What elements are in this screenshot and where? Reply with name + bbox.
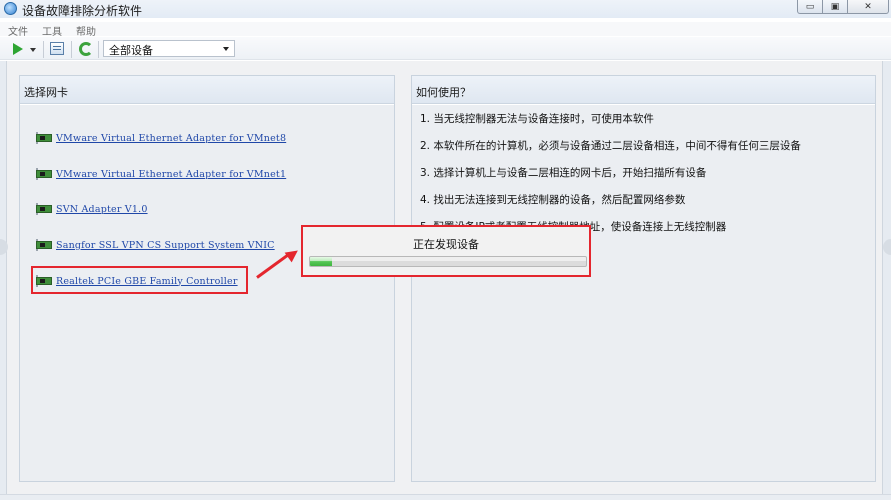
toolbar-separator (71, 41, 72, 58)
device-filter-select[interactable]: 全部设备 (103, 40, 235, 57)
minimize-button[interactable]: ▭ (797, 0, 823, 14)
progress-dialog: 正在发现设备 (301, 225, 591, 277)
progress-shine (310, 257, 586, 261)
help-panel-header: 如何使用？ (412, 76, 875, 104)
progress-bar (309, 256, 587, 267)
chevron-down-icon (223, 47, 229, 51)
chevron-down-icon[interactable] (30, 48, 36, 52)
network-card-icon (36, 203, 54, 215)
adapter-link[interactable]: VMware Virtual Ethernet Adapter for VMne… (56, 133, 286, 144)
adapter-link[interactable]: Sangfor SSL VPN CS Support System VNIC (56, 240, 275, 251)
window-bottom-edge (0, 494, 891, 500)
toolbar-separator (43, 41, 44, 58)
network-card-icon (36, 132, 54, 144)
window-frame-right (882, 61, 891, 500)
help-step: 2. 本软件所在的计算机，必须与设备通过二层设备相连，中间不得有任何三层设备 (420, 140, 801, 152)
title-bar: 设备故障排除分析软件 (0, 0, 891, 18)
refresh-icon[interactable] (79, 42, 93, 56)
maximize-icon: ▣ (830, 1, 840, 12)
progress-message: 正在发现设备 (413, 238, 479, 251)
adapter-link[interactable]: SVN Adapter V1.0 (56, 204, 148, 215)
help-panel-title: 如何使用？ (416, 86, 471, 99)
menu-bar: 文件 工具 帮助 (0, 22, 891, 38)
minimize-icon: ▭ (805, 1, 815, 12)
window-frame-left (0, 61, 7, 500)
menu-help[interactable]: 帮助 (76, 23, 96, 38)
device-list-icon[interactable] (50, 42, 64, 55)
menu-tools[interactable]: 工具 (42, 23, 62, 38)
help-step: 3. 选择计算机上与设备二层相连的网卡后，开始扫描所有设备 (420, 167, 707, 179)
app-icon (4, 2, 17, 15)
help-panel: 如何使用？ 1. 当无线控制器无法与设备连接时，可使用本软件 2. 本软件所在的… (411, 75, 876, 482)
adapter-item[interactable]: VMware Virtual Ethernet Adapter for VMne… (36, 130, 286, 146)
device-filter-value: 全部设备 (109, 44, 153, 57)
toolbar-separator (98, 41, 99, 58)
help-steps: 1. 当无线控制器无法与设备连接时，可使用本软件 2. 本软件所在的计算机，必须… (412, 105, 875, 481)
network-card-icon (36, 239, 54, 251)
app-window: 设备故障排除分析软件 ▭ ▣ ✕ 文件 工具 帮助 全部设备 选择网卡 VMwa… (0, 0, 891, 500)
help-step: 1. 当无线控制器无法与设备连接时，可使用本软件 (420, 113, 654, 125)
play-icon[interactable] (13, 43, 23, 55)
adapter-panel-header: 选择网卡 (20, 76, 394, 104)
help-step: 4. 找出无法连接到无线控制器的设备，然后配置网络参数 (420, 194, 686, 206)
menu-file[interactable]: 文件 (8, 23, 28, 38)
adapter-item[interactable]: SVN Adapter V1.0 (36, 201, 148, 217)
adapter-panel-title: 选择网卡 (24, 86, 68, 99)
network-card-icon (36, 168, 54, 180)
adapter-link[interactable]: VMware Virtual Ethernet Adapter for VMne… (56, 169, 286, 180)
close-button[interactable]: ✕ (847, 0, 889, 14)
selection-annotation-box (31, 266, 248, 294)
close-icon: ✕ (864, 1, 872, 12)
adapter-item[interactable]: Sangfor SSL VPN CS Support System VNIC (36, 237, 275, 253)
maximize-button[interactable]: ▣ (822, 0, 848, 14)
adapter-item[interactable]: VMware Virtual Ethernet Adapter for VMne… (36, 166, 286, 182)
window-title: 设备故障排除分析软件 (22, 4, 143, 18)
